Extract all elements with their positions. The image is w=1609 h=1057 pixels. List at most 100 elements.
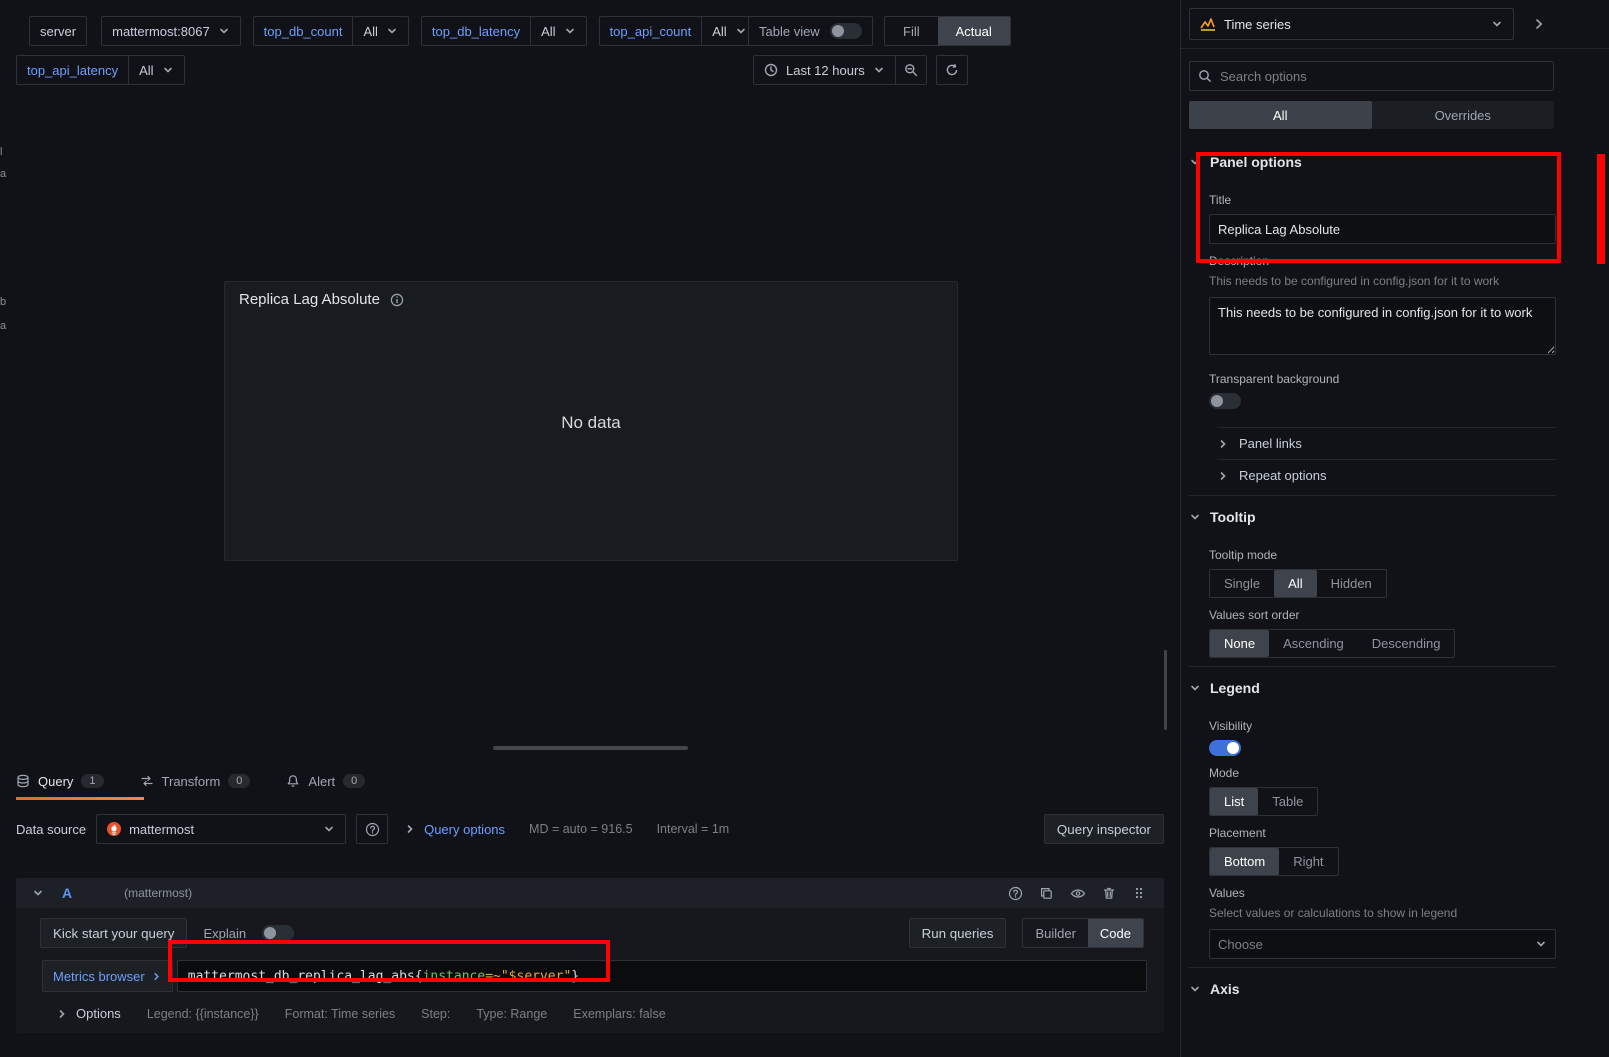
section-title: Legend [1210, 680, 1260, 696]
expr-metric: mattermost_db_replica_lag_abs [188, 969, 415, 984]
values-sort-order-label: Values sort order [1209, 608, 1556, 622]
help-icon[interactable] [1008, 886, 1023, 901]
panel-description-textarea[interactable]: This needs to be configured in config.js… [1209, 297, 1556, 355]
tooltip-mode-hidden[interactable]: Hidden [1317, 570, 1386, 597]
run-queries-button[interactable]: Run queries [909, 918, 1007, 948]
legend-values-hint: Select values or calculations to show in… [1209, 905, 1556, 921]
info-icon[interactable] [390, 293, 404, 307]
visualization-picker[interactable]: Time series [1189, 8, 1514, 40]
refresh-icon [945, 63, 959, 77]
tab-query[interactable]: Query 1 [16, 774, 104, 789]
eye-icon[interactable] [1070, 886, 1086, 901]
table-view-toggle[interactable] [830, 23, 862, 39]
panel-links-row[interactable]: Panel links [1217, 427, 1556, 459]
section-tooltip[interactable]: Tooltip [1189, 495, 1556, 538]
options-toggle[interactable]: Options [56, 1006, 121, 1021]
type-summary: Type: Range [476, 1007, 547, 1021]
variable-value-text: All [363, 24, 377, 39]
tab-overrides[interactable]: Overrides [1372, 101, 1555, 129]
builder-option[interactable]: Builder [1023, 919, 1087, 947]
question-circle-icon [365, 822, 380, 837]
metrics-browser-button[interactable]: Metrics browser [42, 960, 173, 992]
values-sort-order-field: Values sort order None Ascending Descend… [1209, 608, 1556, 658]
section-panel-options[interactable]: Panel options [1189, 141, 1556, 183]
actual-option[interactable]: Actual [938, 17, 1010, 45]
transparent-background-toggle[interactable] [1209, 393, 1241, 409]
legend-placement-field: Placement Bottom Right [1209, 826, 1556, 876]
section-axis[interactable]: Axis [1189, 967, 1556, 1010]
legend-visibility-toggle[interactable] [1209, 740, 1241, 756]
chevron-right-icon [151, 971, 162, 982]
query-options-summary-row: Options Legend: {{instance}} Format: Tim… [16, 992, 1164, 1033]
legend-mode-table[interactable]: Table [1258, 788, 1317, 815]
drag-grip-icon[interactable] [1132, 886, 1146, 900]
tab-label: Alert [308, 774, 335, 789]
query-ref-id[interactable]: A [62, 885, 72, 901]
variable-value-dropdown[interactable]: mattermost:8067 [101, 16, 241, 46]
chevron-down-icon [1491, 18, 1503, 30]
pane-resize-handle[interactable] [493, 746, 688, 750]
tab-all[interactable]: All [1189, 101, 1372, 129]
explain-toggle[interactable] [262, 925, 294, 941]
editor-tabs: Query 1 Transform 0 Alert 0 [0, 762, 1180, 800]
legend-mode-group: List Table [1209, 787, 1318, 816]
options-search [1181, 49, 1609, 91]
chevron-right-icon [56, 1008, 68, 1020]
sort-none[interactable]: None [1210, 630, 1269, 657]
variable-label: top_db_latency [421, 16, 531, 46]
query-options-toggle[interactable]: Query options [404, 822, 505, 837]
variable-value-dropdown[interactable]: All [129, 55, 184, 85]
query-row-header: A (mattermost) [16, 878, 1164, 908]
panel-title-input[interactable] [1209, 214, 1556, 244]
grafana-panel-editor: l a b a server mattermost:8067 top_db_co… [0, 0, 1609, 1057]
chevron-down-icon [162, 64, 174, 76]
tab-transform[interactable]: Transform 0 [140, 774, 251, 789]
main-scrollbar-thumb[interactable] [1164, 650, 1167, 730]
search-input[interactable] [1220, 69, 1545, 84]
tooltip-mode-all[interactable]: All [1274, 570, 1316, 597]
exemplars-summary: Exemplars: false [573, 1007, 665, 1021]
zoom-out-icon [904, 63, 918, 77]
refresh-button[interactable] [936, 55, 968, 85]
panel-options-sidebar: Time series All Overrides Panel options [1180, 0, 1609, 1057]
variable-value-dropdown[interactable]: All [531, 16, 586, 46]
query-inspector-button[interactable]: Query inspector [1044, 814, 1164, 844]
main-area: server mattermost:8067 top_db_count All … [0, 0, 1180, 1057]
duplicate-icon[interactable] [1039, 886, 1054, 901]
bell-icon [286, 774, 300, 788]
toggle-knob [1211, 395, 1223, 407]
section-legend[interactable]: Legend [1189, 666, 1556, 709]
trash-icon[interactable] [1102, 886, 1116, 901]
query-toolbar: Kick start your query Explain Run querie… [16, 908, 1164, 948]
expr-open-brace: { [415, 969, 423, 984]
variable-value-dropdown[interactable]: All [353, 16, 408, 46]
title-field: Title [1209, 193, 1556, 244]
section-title: Axis [1210, 981, 1240, 997]
collapse-sidebar-button[interactable] [1524, 9, 1554, 39]
time-range-label: Last 12 hours [786, 63, 865, 78]
repeat-options-row[interactable]: Repeat options [1217, 459, 1556, 491]
format-summary: Format: Time series [285, 1007, 395, 1021]
legend-values-select[interactable]: Choose [1209, 929, 1556, 959]
legend-mode-list[interactable]: List [1210, 788, 1258, 815]
tab-alert[interactable]: Alert 0 [286, 774, 365, 789]
kick-start-button[interactable]: Kick start your query [40, 918, 187, 948]
datasource-help-button[interactable] [356, 814, 388, 844]
query-editor-pane: Query 1 Transform 0 Alert 0 Data source [0, 762, 1180, 1057]
fill-option[interactable]: Fill [885, 17, 938, 45]
placement-bottom[interactable]: Bottom [1210, 848, 1279, 875]
toggle-knob [1227, 742, 1239, 754]
time-range-picker[interactable]: Last 12 hours [753, 55, 896, 85]
code-option[interactable]: Code [1088, 919, 1143, 947]
datasource-select[interactable]: mattermost [96, 814, 346, 844]
sort-descending[interactable]: Descending [1358, 630, 1455, 657]
datasource-row: Data source mattermost Query options MD … [16, 812, 1164, 846]
chevron-down-icon [1189, 156, 1201, 168]
placement-right[interactable]: Right [1279, 848, 1337, 875]
promql-expression-input[interactable]: mattermost_db_replica_lag_abs{instance=~… [177, 960, 1147, 992]
title-label: Title [1209, 193, 1556, 207]
collapse-chevron-icon[interactable] [32, 887, 44, 899]
zoom-out-button[interactable] [896, 55, 927, 85]
tooltip-mode-single[interactable]: Single [1210, 570, 1274, 597]
sort-ascending[interactable]: Ascending [1269, 630, 1358, 657]
